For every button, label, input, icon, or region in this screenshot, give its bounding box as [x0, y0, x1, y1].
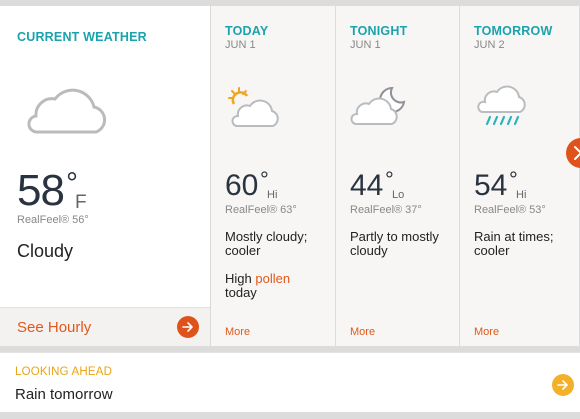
forecast-lo-label: Lo	[392, 189, 405, 201]
degree-symbol: °	[385, 167, 394, 192]
current-weather-heading: CURRENT WEATHER	[17, 30, 147, 44]
temperature-unit: F	[75, 192, 87, 213]
forecast-realfeel: RealFeel® 63°	[225, 204, 297, 216]
degree-symbol: °	[260, 167, 269, 192]
forecast-hi-label: Hi	[516, 189, 527, 201]
forecast-date: JUN 1	[225, 39, 256, 51]
forecast-temperature: 60	[225, 169, 259, 202]
pollen-prefix: High	[225, 271, 256, 286]
current-weather-card: CURRENT WEATHER 58 ° F RealFeel® 56° Clo…	[0, 6, 211, 346]
partly-cloudy-night-icon	[350, 86, 406, 125]
next-forecast-button[interactable]	[566, 138, 580, 168]
pollen-alert: High pollen today	[225, 272, 330, 300]
forecast-realfeel: RealFeel® 53°	[474, 204, 546, 216]
more-link[interactable]: More	[225, 326, 250, 338]
current-temperature: 58	[17, 166, 65, 215]
forecast-card-tonight[interactable]: TONIGHT JUN 1 44 ° Lo RealFeel® 37° Part…	[336, 6, 460, 346]
close-icon	[574, 146, 580, 160]
see-hourly-bar[interactable]: See Hourly	[0, 307, 210, 346]
forecast-title: TONIGHT	[350, 24, 408, 38]
rain-icon	[477, 85, 526, 126]
pollen-suffix: today	[225, 285, 257, 300]
forecast-realfeel: RealFeel® 37°	[350, 204, 422, 216]
arrow-right-icon	[557, 380, 568, 390]
current-condition: Cloudy	[17, 241, 74, 261]
forecast-card-tomorrow[interactable]: TOMORROW JUN 2 54 ° Hi RealFeel® 53° Rai…	[460, 6, 580, 346]
forecast-card-today[interactable]: TODAY JUN 1 60 ° Hi RealFeel® 63° Mostly…	[211, 6, 336, 346]
pollen-highlight: pollen	[255, 271, 291, 286]
forecast-title: TODAY	[225, 24, 269, 38]
arrow-right-icon	[182, 322, 193, 332]
degree-symbol: °	[509, 167, 518, 192]
forecast-title: TOMORROW	[474, 24, 553, 38]
forecast-condition: Rain at times; cooler	[474, 229, 554, 258]
see-hourly-link[interactable]: See Hourly	[17, 319, 91, 336]
forecast-temperature: 54	[474, 169, 508, 202]
more-link[interactable]: More	[350, 326, 375, 338]
more-link[interactable]: More	[474, 326, 499, 338]
cloud-icon	[27, 88, 107, 134]
forecast-date: JUN 2	[474, 39, 505, 51]
looking-ahead-button[interactable]	[552, 374, 574, 396]
current-realfeel: RealFeel® 56°	[17, 214, 89, 226]
forecast-date: JUN 1	[350, 39, 381, 51]
forecast-condition: Partly to mostly cloudy	[350, 229, 439, 258]
looking-ahead-banner[interactable]: LOOKING AHEAD Rain tomorrow	[0, 352, 580, 412]
forecast-hi-label: Hi	[267, 189, 278, 201]
forecast-temperature: 44	[350, 169, 384, 202]
looking-ahead-label: LOOKING AHEAD	[15, 366, 113, 378]
forecast-condition: Mostly cloudy; cooler	[225, 229, 308, 258]
partly-sunny-icon	[228, 87, 279, 127]
looking-ahead-text: Rain tomorrow	[15, 386, 113, 403]
see-hourly-button[interactable]	[177, 316, 199, 338]
